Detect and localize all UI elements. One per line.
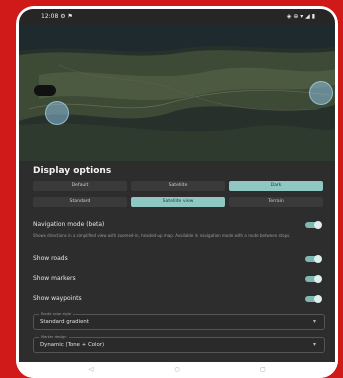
show-waypoints-label: Show waypoints [33, 295, 82, 302]
show-waypoints-toggle[interactable] [305, 295, 322, 303]
navigation-mode-helper: Shows directions in a simplified view wi… [33, 233, 291, 238]
toggle-row-markers: Show markers [33, 273, 323, 285]
show-roads-toggle[interactable] [305, 255, 322, 263]
route-color-style-dropdown[interactable]: Route color style Standard gradient ▾ [33, 311, 325, 330]
region-highlight-east[interactable] [309, 81, 333, 105]
recents-icon[interactable]: ▢ [258, 366, 268, 374]
view-terrain-button[interactable]: Terrain [229, 197, 323, 207]
show-markers-label: Show markers [33, 275, 76, 282]
view-standard-button[interactable]: Standard [33, 197, 127, 207]
view-satellite-button[interactable]: Satellite view [131, 197, 225, 207]
phone-frame: 12:08 ⚙ ⚑ ◈ ⊕ ▾ ◢ ▮ Display options Defa… [16, 6, 338, 378]
map-view[interactable] [19, 25, 335, 161]
chevron-down-icon: ▾ [312, 318, 316, 325]
location-marker[interactable] [34, 85, 56, 96]
navigation-mode-toggle[interactable] [305, 221, 322, 229]
toggle-row-waypoints: Show waypoints [33, 293, 323, 305]
marker-design-value: Dynamic (Tone + Color) [40, 342, 105, 348]
status-icons: ◈ ⊕ ▾ ◢ ▮ [286, 13, 315, 20]
navigation-mode-label: Navigation mode (beta) [33, 221, 105, 228]
map-type-segmented-control: Default Satellite Dark [33, 181, 323, 191]
chevron-down-icon: ▾ [312, 341, 316, 348]
region-highlight-west[interactable] [45, 101, 69, 125]
show-roads-label: Show roads [33, 255, 68, 262]
back-icon[interactable]: ◁ [86, 366, 96, 374]
panel-title: Display options [33, 166, 112, 176]
map-type-dark-button[interactable]: Dark [229, 181, 323, 191]
view-segmented-control: Standard Satellite view Terrain [33, 197, 323, 207]
map-terrain [19, 25, 335, 161]
status-bar: 12:08 ⚙ ⚑ ◈ ⊕ ▾ ◢ ▮ [19, 9, 335, 25]
app-screen: 12:08 ⚙ ⚑ ◈ ⊕ ▾ ◢ ▮ Display options Defa… [19, 9, 335, 362]
marker-design-dropdown[interactable]: Marker design Dynamic (Tone + Color) ▾ [33, 334, 325, 353]
navigation-mode-row: Navigation mode (beta) [33, 219, 323, 231]
map-type-default-button[interactable]: Default [33, 181, 127, 191]
route-color-style-value: Standard gradient [40, 319, 89, 325]
toggle-row-roads: Show roads [33, 253, 323, 265]
display-options-panel: Display options Default Satellite Dark S… [19, 161, 335, 362]
home-icon[interactable]: ○ [172, 366, 182, 374]
map-type-satellite-button[interactable]: Satellite [131, 181, 225, 191]
show-markers-toggle[interactable] [305, 275, 322, 283]
status-time: 12:08 ⚙ ⚑ [41, 13, 73, 20]
